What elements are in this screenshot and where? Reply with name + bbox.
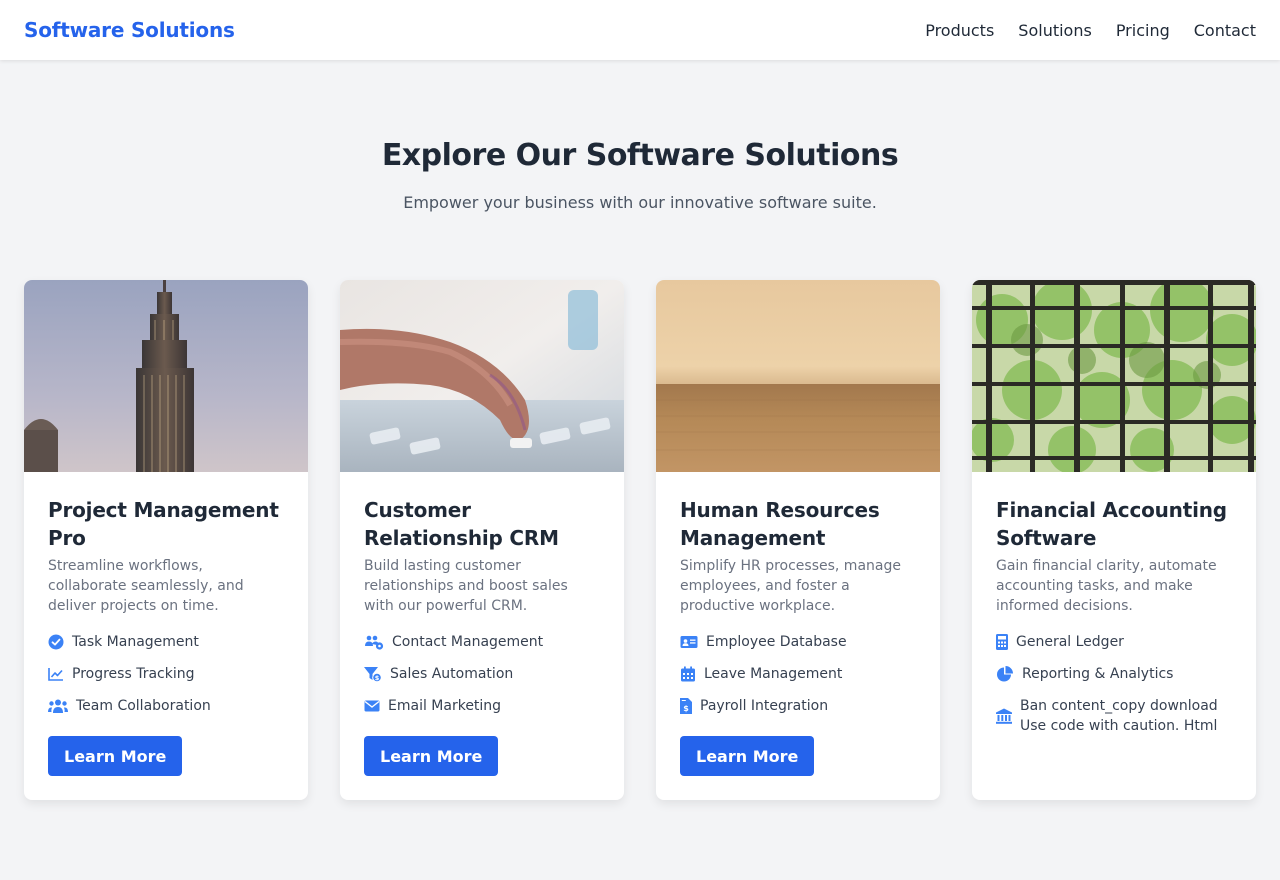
feature-label: Leave Management: [704, 666, 843, 682]
card-description: Simplify HR processes, manage employees,…: [680, 558, 901, 614]
feature-item: Ban content_copy download Use code with …: [996, 696, 1232, 736]
feature-item: $ Sales Automation: [364, 664, 600, 684]
card-title: Customer Relationship CRM: [364, 498, 559, 550]
page-title: Explore Our Software Solutions: [381, 138, 899, 173]
feature-list: Task Management Progress Tracking Team C…: [48, 632, 284, 716]
nav-products[interactable]: Products: [925, 21, 994, 40]
users-gear-icon: [365, 635, 384, 650]
feature-label: General Ledger: [1016, 634, 1124, 650]
feature-item: Progress Tracking: [48, 664, 284, 684]
card-title: Human Resources Management: [680, 498, 880, 550]
card-title: Financial Accounting Software: [996, 498, 1227, 550]
site-header: Software Solutions Products Solutions Pr…: [0, 0, 1280, 60]
feature-item: Contact Management: [364, 632, 600, 652]
feature-list: Employee Database Leave Management $ Pay…: [680, 632, 916, 716]
feature-label: Ban content_copy download Use code with …: [1020, 698, 1218, 734]
bank-icon: [996, 708, 1012, 724]
feature-label: Email Marketing: [388, 698, 502, 714]
svg-text:$: $: [683, 704, 689, 713]
learn-more-button[interactable]: Learn More: [48, 736, 183, 776]
nav-solutions[interactable]: Solutions: [1018, 21, 1092, 40]
card-description: Build lasting customer relationships and…: [364, 558, 568, 614]
id-card-icon: [680, 636, 698, 648]
feature-list: General Ledger Reporting & Analytics Ban…: [996, 632, 1232, 736]
funnel-dollar-icon: $: [364, 667, 382, 682]
file-invoice-dollar-icon: $: [680, 698, 692, 714]
card-description: Gain financial clarity, automate account…: [996, 558, 1217, 614]
page-subtitle: Empower your business with our innovativ…: [403, 193, 877, 212]
check-circle-icon: [48, 634, 64, 650]
product-card-hr: Human Resources Management Simplify HR p…: [656, 280, 940, 800]
learn-more-button[interactable]: Learn More: [680, 736, 815, 776]
feature-label: Progress Tracking: [72, 666, 195, 682]
hand-typing-photo: [340, 280, 624, 472]
feature-item: Reporting & Analytics: [996, 664, 1232, 684]
feature-item: Email Marketing: [364, 696, 600, 716]
calendar-icon: [681, 666, 695, 682]
nav-contact[interactable]: Contact: [1194, 21, 1256, 40]
users-icon: [48, 699, 68, 713]
feature-label: Reporting & Analytics: [1022, 666, 1174, 682]
feature-item: Employee Database: [680, 632, 916, 652]
skyscraper-photo: [24, 280, 308, 472]
feature-label: Team Collaboration: [76, 698, 211, 714]
feature-item: Team Collaboration: [48, 696, 284, 716]
pie-chart-icon: [997, 666, 1013, 682]
window-trees-photo: [972, 280, 1256, 472]
calculator-icon: [996, 634, 1008, 650]
feature-label: Contact Management: [392, 634, 544, 650]
card-description: Streamline workflows, collaborate seamle…: [48, 558, 244, 614]
feature-item: $ Payroll Integration: [680, 696, 916, 716]
nav-pricing[interactable]: Pricing: [1116, 21, 1170, 40]
feature-item: General Ledger: [996, 632, 1232, 652]
product-card-crm: Customer Relationship CRM Build lasting …: [340, 280, 624, 800]
brand-logo[interactable]: Software Solutions: [24, 18, 235, 42]
product-cards: Project Management Pro Streamline workfl…: [24, 280, 1256, 800]
card-title: Project Management Pro: [48, 498, 279, 550]
product-card-project-management: Project Management Pro Streamline workfl…: [24, 280, 308, 800]
learn-more-button[interactable]: Learn More: [364, 736, 499, 776]
feature-label: Employee Database: [706, 634, 847, 650]
feature-label: Sales Automation: [390, 666, 514, 682]
chart-line-icon: [48, 668, 63, 681]
wheat-field-photo: [656, 280, 940, 472]
feature-label: Task Management: [72, 634, 199, 650]
svg-text:$: $: [375, 674, 380, 682]
feature-list: Contact Management $ Sales Automation Em…: [364, 632, 600, 716]
feature-label: Payroll Integration: [700, 698, 829, 714]
feature-item: Leave Management: [680, 664, 916, 684]
envelope-icon: [364, 700, 380, 712]
product-card-financial: Financial Accounting Software Gain finan…: [972, 280, 1256, 800]
feature-item: Task Management: [48, 632, 284, 652]
main-nav: Products Solutions Pricing Contact: [925, 21, 1256, 40]
